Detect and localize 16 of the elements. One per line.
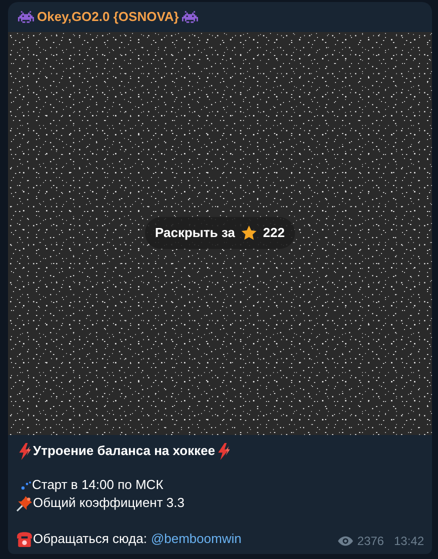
eye-icon [338,536,354,546]
post-line: Обращаться сюда: [33,530,147,548]
telephone-icon [16,530,33,548]
post-line: Старт в 14:00 по МСК [32,476,164,494]
space-invader-icon [182,10,198,24]
droplets-icon [20,480,32,490]
channel-title: Okey,GO2.0 {OSNOVA} [37,8,179,26]
pushpin-icon [16,494,33,512]
space-invader-icon [18,10,34,24]
star-icon [240,224,258,242]
post-heading: Утроение баланса на хоккее [33,442,216,460]
unlock-button[interactable]: Раскрыть за 222 [145,217,295,249]
username-link[interactable]: @bemboomwin [150,530,242,548]
message-time: 13:42 [394,533,424,550]
post-line: Общий коэффициент 3.3 [33,494,184,512]
view-count: 2376 [357,533,384,550]
